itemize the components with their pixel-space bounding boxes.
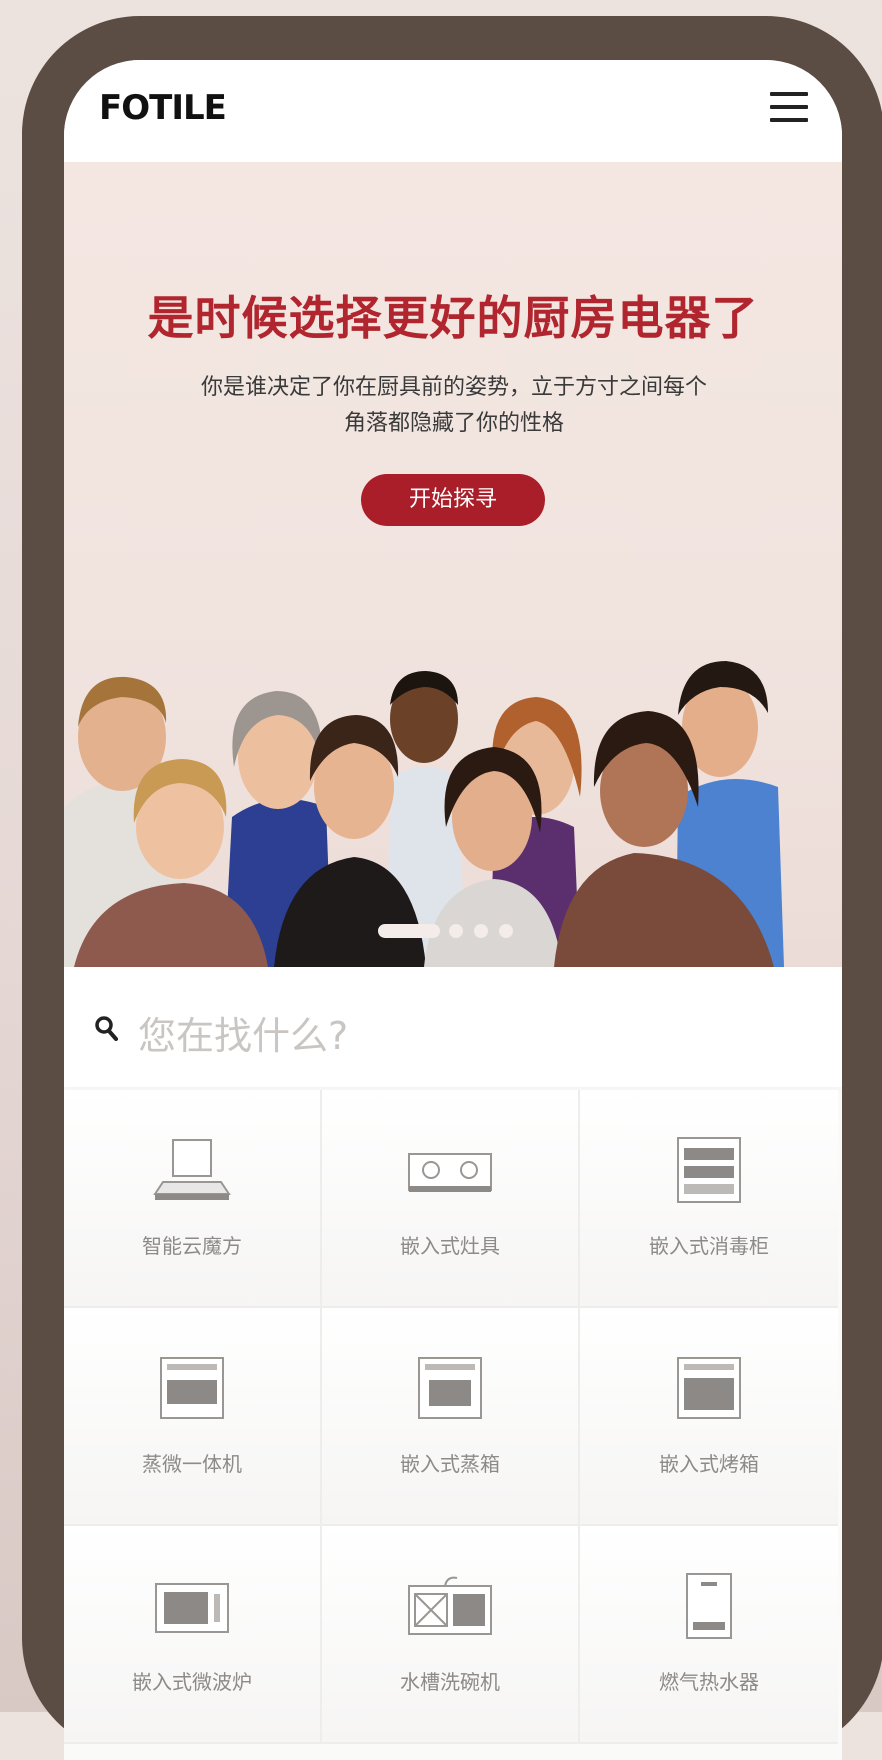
hero-subtitle-line-2: 角落都隐藏了你的性格 [343, 411, 564, 436]
category-label: 嵌入式微波炉 [132, 1670, 252, 1694]
hero-subtitle: 你是谁决定了你在厨具前的姿势，立于方寸之间每个 角落都隐藏了你的性格 [154, 370, 754, 442]
cooktop-icon [408, 1153, 492, 1192]
category-label: 智能云魔方 [142, 1234, 242, 1258]
category-tile-microwave[interactable]: 嵌入式微波炉 [64, 1526, 322, 1744]
steam-microwave-oven-icon [160, 1357, 224, 1419]
explore-button[interactable]: 开始探寻 [361, 474, 545, 526]
site-header: FOTILE [64, 60, 842, 162]
category-label: 水槽洗碗机 [400, 1670, 500, 1694]
range-hood-icon [153, 1139, 231, 1200]
category-label: 嵌入式烤箱 [659, 1452, 759, 1476]
carousel-dot[interactable] [474, 924, 488, 938]
category-tile-oven[interactable]: 嵌入式烤箱 [580, 1308, 838, 1526]
oven-icon [677, 1357, 741, 1419]
hero-title: 是时候选择更好的厨房电器了 [147, 291, 759, 345]
category-label: 蒸微一体机 [142, 1452, 242, 1476]
water-heater-icon [686, 1573, 732, 1639]
category-label: 嵌入式蒸箱 [400, 1452, 500, 1476]
category-label: 燃气热水器 [659, 1670, 759, 1694]
category-tile-water-heater[interactable]: 燃气热水器 [580, 1526, 838, 1744]
hero-subtitle-line-1: 你是谁决定了你在厨具前的姿势，立于方寸之间每个 [200, 375, 707, 400]
category-tile-cooktop[interactable]: 嵌入式灶具 [322, 1090, 580, 1308]
steam-oven-icon [418, 1357, 482, 1419]
hero-banner: 是时候选择更好的厨房电器了 你是谁决定了你在厨具前的姿势，立于方寸之间每个 角落… [64, 162, 842, 967]
disinfection-cabinet-icon [677, 1137, 741, 1203]
hamburger-menu-icon[interactable] [770, 92, 808, 122]
carousel-dot[interactable] [499, 924, 513, 938]
fotile-logo[interactable]: FOTILE [99, 88, 227, 128]
category-label: 嵌入式灶具 [400, 1234, 500, 1258]
category-tile-sink-dishwasher[interactable]: 水槽洗碗机 [322, 1526, 580, 1744]
carousel-indicator [64, 919, 842, 939]
search-icon[interactable] [94, 1015, 118, 1041]
carousel-dot-active[interactable] [378, 924, 440, 938]
category-tile-range-hood[interactable]: 智能云魔方 [64, 1090, 322, 1308]
phone-screen: FOTILE 是时候选择更好的厨房电器了 你是谁决定了你在厨具前的姿势，立于方寸… [64, 60, 842, 1760]
category-label: 嵌入式消毒柜 [649, 1234, 769, 1258]
category-tile-steam-oven[interactable]: 嵌入式蒸箱 [322, 1308, 580, 1526]
category-tile-disinfection-cabinet[interactable]: 嵌入式消毒柜 [580, 1090, 838, 1308]
sink-dishwasher-icon [408, 1576, 492, 1635]
search-input[interactable]: 您在找什么? [138, 1005, 348, 1060]
carousel-dot[interactable] [449, 924, 463, 938]
microwave-icon [155, 1583, 229, 1633]
category-tile-steam-microwave[interactable]: 蒸微一体机 [64, 1308, 322, 1526]
search-bar[interactable]: 您在找什么? [64, 967, 842, 1087]
